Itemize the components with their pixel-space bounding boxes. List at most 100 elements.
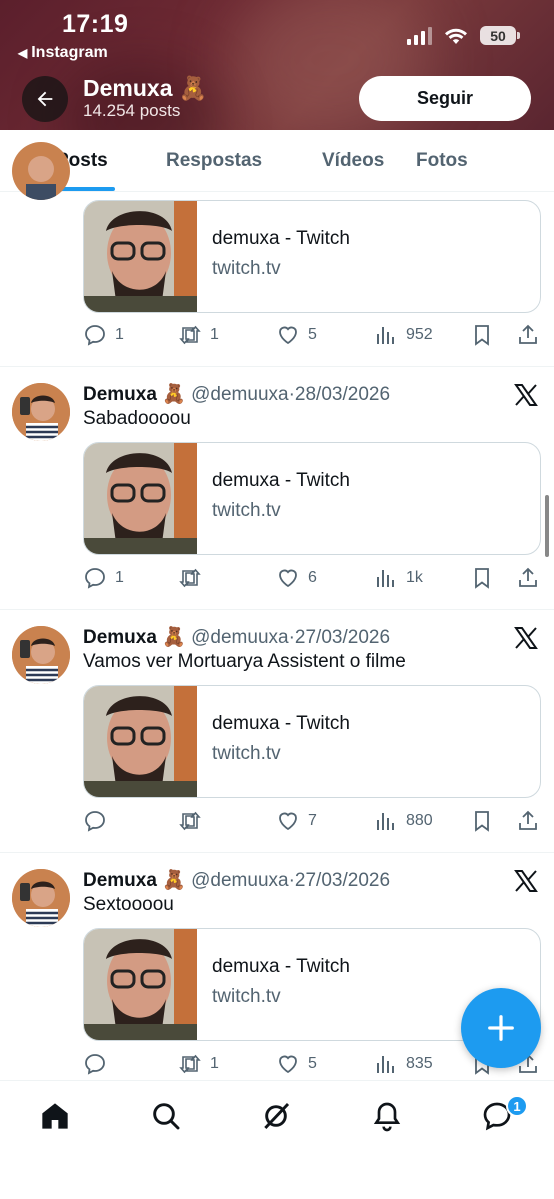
- notifications-icon: [373, 1102, 401, 1132]
- views-button[interactable]: 952: [374, 323, 433, 347]
- card-domain: twitch.tv: [212, 986, 281, 1007]
- wifi-icon: [445, 28, 467, 44]
- bookmark-icon: [475, 325, 489, 346]
- tab-videos[interactable]: Vídeos: [322, 150, 384, 172]
- card-title: demuxa - Twitch: [212, 470, 350, 491]
- tweet-date: 28/03/2026: [294, 384, 391, 405]
- back-app-label: Instagram: [31, 44, 108, 61]
- reply-count: 1: [115, 326, 124, 343]
- like-button[interactable]: 5: [276, 1052, 317, 1076]
- views-count: 835: [406, 1055, 433, 1072]
- like-button[interactable]: 7: [276, 809, 317, 833]
- views-button[interactable]: 1k: [374, 566, 423, 590]
- link-card[interactable]: demuxa - Twitch twitch.tv: [83, 685, 541, 798]
- author-handle[interactable]: @demuuxa: [191, 384, 288, 405]
- share-icon: [519, 567, 537, 587]
- status-time: 17:19: [62, 10, 129, 38]
- bottom-navigation: 1: [0, 1080, 554, 1199]
- tweet[interactable]: Demuxa 🧸 @demuuxa·27/03/2026 Vamos ver M…: [0, 610, 554, 853]
- heart-icon: [279, 569, 297, 588]
- back-to-app-link[interactable]: ◀ Instagram: [18, 44, 108, 62]
- battery-icon: 50: [480, 26, 520, 45]
- views-count: 952: [406, 326, 433, 343]
- repost-icon: [179, 568, 201, 588]
- share-button[interactable]: [516, 323, 540, 347]
- share-icon: [519, 324, 537, 344]
- tweet-actions: 1 1 5 952: [83, 323, 543, 349]
- reply-button[interactable]: [83, 1052, 115, 1076]
- author-handle[interactable]: @demuuxa: [191, 870, 288, 891]
- card-thumbnail: [84, 929, 197, 1040]
- nav-home[interactable]: [38, 1099, 72, 1133]
- reply-icon: [85, 325, 105, 346]
- tweet[interactable]: Demuxa 🧸 @demuuxa·28/03/2026 Sabadoooou …: [0, 367, 554, 610]
- nav-notifications[interactable]: [370, 1099, 404, 1133]
- follow-button[interactable]: Seguir: [359, 76, 531, 121]
- avatar[interactable]: [12, 383, 70, 441]
- avatar[interactable]: [12, 869, 70, 927]
- search-icon: [153, 1103, 180, 1130]
- messages-badge: 1: [506, 1095, 528, 1117]
- tweet-actions: 7 880: [83, 809, 543, 835]
- link-card[interactable]: demuxa - Twitch twitch.tv: [83, 200, 541, 313]
- reply-button[interactable]: 1: [83, 566, 124, 590]
- reply-button[interactable]: 1: [83, 323, 124, 347]
- battery-level: 50: [490, 27, 506, 44]
- tweet-header: Demuxa 🧸 @demuuxa·27/03/2026: [83, 625, 390, 649]
- bookmark-button[interactable]: [470, 323, 494, 347]
- like-count: 7: [308, 812, 317, 829]
- share-button[interactable]: [516, 809, 540, 833]
- views-count: 880: [406, 812, 433, 829]
- status-icons: 50: [407, 26, 520, 45]
- like-button[interactable]: 6: [276, 566, 317, 590]
- author-name[interactable]: Demuxa 🧸: [83, 384, 186, 405]
- views-icon: [377, 327, 394, 344]
- reply-button[interactable]: [83, 809, 115, 833]
- views-icon: [377, 1056, 394, 1073]
- repost-button[interactable]: [178, 809, 210, 833]
- views-icon: [377, 813, 394, 830]
- share-button[interactable]: [516, 566, 540, 590]
- tab-photos[interactable]: Fotos: [416, 150, 468, 172]
- link-card[interactable]: demuxa - Twitch twitch.tv: [83, 442, 541, 555]
- back-triangle-icon: ◀: [18, 46, 28, 60]
- repost-button[interactable]: 1: [178, 1052, 219, 1076]
- tweet-header: Demuxa 🧸 @demuuxa·27/03/2026: [83, 868, 390, 892]
- profile-tabs: Posts Respostas Vídeos Fotos: [0, 130, 554, 192]
- posts-count: 14.254 posts: [83, 101, 181, 120]
- author-handle[interactable]: @demuuxa: [191, 627, 288, 648]
- repost-count: 1: [210, 326, 219, 343]
- compose-button[interactable]: [461, 988, 541, 1068]
- arrow-left-icon: [37, 91, 53, 107]
- grok-icon: [264, 1102, 290, 1130]
- reply-icon: [85, 568, 105, 589]
- card-domain: twitch.tv: [212, 743, 281, 764]
- views-button[interactable]: 835: [374, 1052, 433, 1076]
- bookmark-button[interactable]: [470, 566, 494, 590]
- tweet-date: 27/03/2026: [294, 627, 391, 648]
- views-button[interactable]: 880: [374, 809, 433, 833]
- author-name[interactable]: Demuxa 🧸: [83, 627, 186, 648]
- back-button[interactable]: [22, 76, 68, 122]
- like-count: 5: [308, 1055, 317, 1072]
- like-button[interactable]: 5: [276, 323, 317, 347]
- scrollbar[interactable]: [545, 495, 549, 557]
- avatar[interactable]: [12, 142, 70, 200]
- x-logo-icon: [514, 870, 538, 892]
- repost-button[interactable]: [178, 566, 210, 590]
- x-logo-icon: [514, 384, 538, 406]
- avatar[interactable]: [12, 626, 70, 684]
- author-name[interactable]: Demuxa 🧸: [83, 870, 186, 891]
- tweet-date: 27/03/2026: [294, 870, 391, 891]
- bookmark-icon: [475, 811, 489, 832]
- repost-button[interactable]: 1: [178, 323, 219, 347]
- card-domain: twitch.tv: [212, 258, 281, 279]
- heart-icon: [279, 812, 297, 831]
- nav-grok[interactable]: [259, 1099, 293, 1133]
- tweet[interactable]: demuxa - Twitch twitch.tv 1 1 5 952: [0, 142, 554, 367]
- bookmark-button[interactable]: [470, 809, 494, 833]
- card-thumbnail: [84, 686, 197, 797]
- nav-search[interactable]: [149, 1099, 183, 1133]
- tab-replies[interactable]: Respostas: [166, 150, 262, 172]
- card-title: demuxa - Twitch: [212, 228, 350, 249]
